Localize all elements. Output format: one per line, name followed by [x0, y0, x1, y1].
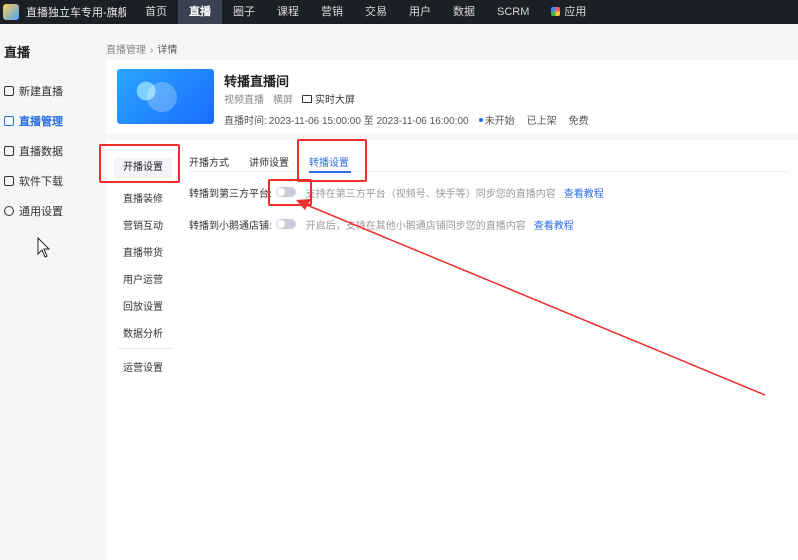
setting-desc: 开启后，支持在其他小鹅通店铺同步您的直播内容: [305, 220, 526, 232]
setting-store-relay: 转播到小鹅通店铺: 开启后，支持在其他小鹅通店铺同步您的直播内容 查看教程: [189, 216, 574, 232]
breadcrumb: 直播管理 › 详情: [106, 41, 177, 56]
room-tags: 视频直播 横屏 实时大屏: [224, 91, 355, 106]
sidebar-item-label: 新建直播: [19, 86, 63, 98]
tag-video-live: 视频直播: [224, 95, 264, 106]
sidebar-item-settings[interactable]: 通用设置: [4, 203, 63, 219]
nav-apps-label: 应用: [564, 6, 587, 18]
tag-landscape: 横屏: [273, 95, 293, 106]
tab-relay[interactable]: 转播设置: [309, 154, 349, 169]
sidebar-item-live-data[interactable]: 直播数据: [4, 143, 63, 159]
sidebar: 直播 新建直播 直播管理 直播数据 软件下载 通用设置: [0, 24, 92, 560]
subnav-item-replay[interactable]: 回放设置: [123, 298, 163, 313]
setting-desc: 支持在第三方平台（视频号、快手等）同步您的直播内容: [305, 188, 556, 200]
settings-tabs: 开播方式 讲师设置 转播设置: [189, 140, 789, 173]
big-screen-link[interactable]: 实时大屏: [302, 91, 355, 106]
detail-content: 开播设置 直播装修 营销互动 直播带货 用户运营 回放设置 数据分析 运营设置 …: [106, 140, 798, 560]
nav-trade[interactable]: 交易: [354, 0, 398, 24]
subnav-item-goods[interactable]: 直播带货: [123, 244, 163, 259]
gear-icon: [4, 206, 14, 216]
subnav-item-analytics[interactable]: 数据分析: [123, 325, 163, 340]
video-plus-icon: [4, 86, 14, 96]
big-screen-label: 实时大屏: [315, 95, 355, 106]
store-logo-icon[interactable]: [3, 4, 19, 20]
sidebar-item-download[interactable]: 软件下载: [4, 173, 63, 189]
subnav-item-decoration[interactable]: 直播装修: [123, 190, 163, 205]
shelf-status: 已上架: [526, 116, 557, 127]
tab-broadcast-mode[interactable]: 开播方式: [189, 154, 229, 169]
status-dot-icon: [478, 117, 483, 122]
sidebar-item-live-manage[interactable]: 直播管理: [4, 113, 63, 129]
top-bar: 直播独立车专用-旗舰... 首页 直播 圈子 课程 营销 交易 用户 数据 SC…: [0, 0, 798, 24]
tutorial-link[interactable]: 查看教程: [564, 185, 604, 200]
nav-scrm[interactable]: SCRM: [486, 0, 540, 24]
subnav-item-user-ops[interactable]: 用户运营: [123, 271, 163, 286]
apps-grid-icon: [551, 7, 561, 16]
nav-data[interactable]: 数据: [442, 0, 486, 24]
setting-label: 转播到小鹅通店铺:: [189, 220, 272, 232]
chart-icon: [4, 146, 14, 156]
main-nav: 首页 直播 圈子 课程 营销 交易 用户 数据 SCRM 应用: [134, 0, 597, 24]
play-icon: [147, 82, 177, 112]
room-time-row: 直播时间: 2023-11-06 15:00:00 至 2023-11-06 1…: [224, 112, 589, 127]
status-badge: 未开始: [484, 116, 515, 127]
time-label: 直播时间:: [224, 116, 267, 127]
time-range: 2023-11-06 15:00:00 至 2023-11-06 16:00:0…: [268, 116, 469, 127]
tab-lecturer[interactable]: 讲师设置: [249, 154, 289, 169]
live-manage-icon: [4, 116, 14, 126]
tutorial-link[interactable]: 查看教程: [534, 217, 574, 232]
sidebar-item-label: 软件下载: [19, 176, 63, 188]
subnav-item-broadcast-settings[interactable]: 开播设置: [114, 158, 172, 178]
nav-home[interactable]: 首页: [134, 0, 178, 24]
store-relay-toggle[interactable]: [275, 219, 296, 229]
nav-users[interactable]: 用户: [398, 0, 442, 24]
price-label: 免费: [568, 116, 589, 127]
chevron-right-icon: ›: [150, 45, 154, 56]
room-title: 转播直播间: [224, 74, 290, 89]
store-name[interactable]: 直播独立车专用-旗舰...: [26, 4, 126, 20]
sidebar-item-label: 通用设置: [19, 206, 63, 218]
live-room-card: 转播直播间 视频直播 横屏 实时大屏 直播时间: 2023-11-06 15:0…: [106, 60, 798, 134]
setting-label: 转播到第三方平台:: [189, 188, 272, 200]
sidebar-title: 直播: [4, 45, 31, 60]
subnav-divider: [118, 348, 172, 349]
active-tab-indicator: [309, 171, 351, 173]
sidebar-item-label: 直播管理: [19, 116, 63, 128]
sidebar-item-label: 直播数据: [19, 146, 63, 158]
mouse-cursor-icon: [37, 237, 51, 258]
subnav-item-interaction[interactable]: 营销互动: [123, 217, 163, 232]
nav-apps[interactable]: 应用: [540, 0, 597, 24]
nav-course[interactable]: 课程: [266, 0, 310, 24]
download-icon: [4, 176, 14, 186]
setting-third-party-relay: 转播到第三方平台: 支持在第三方平台（视频号、快手等）同步您的直播内容 查看教程: [189, 184, 604, 200]
sidebar-item-new-live[interactable]: 新建直播: [4, 83, 63, 99]
subnav-item-operations[interactable]: 运营设置: [123, 359, 163, 374]
live-cover-image: [117, 69, 214, 124]
breadcrumb-parent[interactable]: 直播管理: [106, 45, 146, 56]
third-party-relay-toggle[interactable]: [275, 187, 296, 197]
monitor-icon: [302, 94, 312, 103]
nav-live[interactable]: 直播: [178, 0, 222, 24]
breadcrumb-current: 详情: [157, 45, 178, 56]
nav-circle[interactable]: 圈子: [222, 0, 266, 24]
nav-marketing[interactable]: 营销: [310, 0, 354, 24]
